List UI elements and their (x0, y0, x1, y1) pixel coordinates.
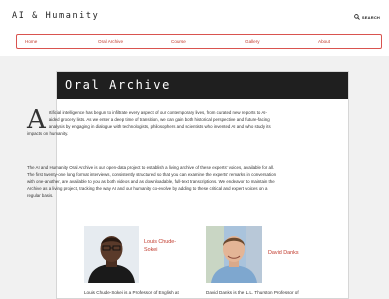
search-label: SEARCH (361, 14, 380, 20)
site-title[interactable]: AI & Humanity (12, 11, 99, 21)
person-name-link[interactable]: Louis Chude-Sokei (144, 238, 184, 254)
search-icon (354, 14, 360, 20)
person-name-link[interactable]: David Danks (268, 249, 318, 257)
archive-header: Oral Archive (57, 72, 348, 99)
person-photo-danks[interactable] (206, 226, 262, 283)
search-button[interactable]: SEARCH (354, 14, 380, 20)
person-bio: Louis Chude-Sokei is a Professor of Engl… (84, 290, 179, 295)
intro-text: rtificial intelligence has begun to infi… (27, 110, 271, 136)
nav-item-gallery[interactable]: Gallery (245, 39, 260, 44)
nav-item-home[interactable]: Home (25, 39, 37, 44)
person-bio: David Danks is the L.L. Thurston Profess… (206, 290, 299, 295)
nav-item-about[interactable]: About (318, 39, 330, 44)
person-photo-chude-sokei[interactable] (84, 226, 139, 283)
top-bar: AI & Humanity SEARCH (0, 0, 389, 28)
main-nav: Home Oral Archive Course Gallery About (16, 34, 382, 49)
archive-description: The AI and Humanity Oral Archive is our … (27, 165, 277, 198)
portrait-image (206, 226, 262, 283)
portrait-image (84, 226, 139, 283)
nav-item-oral-archive[interactable]: Oral Archive (98, 39, 123, 44)
intro-paragraph: A rtificial intelligence has begun to in… (27, 105, 277, 137)
page-title: Oral Archive (65, 78, 171, 92)
drop-cap: A (27, 105, 46, 135)
nav-item-course[interactable]: Course (171, 39, 186, 44)
